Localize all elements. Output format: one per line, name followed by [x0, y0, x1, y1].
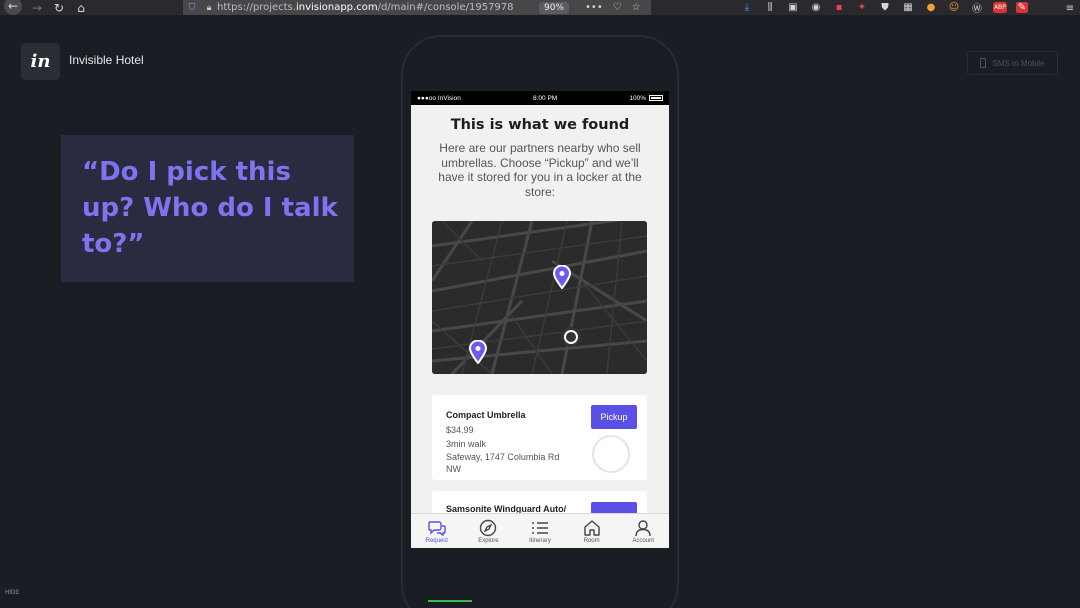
- carrier-label: ●●●oo InVision: [417, 94, 461, 102]
- tab-label: Itinerary: [529, 538, 551, 544]
- map-view[interactable]: [432, 221, 647, 374]
- hide-toggle[interactable]: HIDE: [5, 590, 19, 596]
- download-icon[interactable]: ⤓: [740, 2, 754, 14]
- status-time: 8:00 PM: [532, 94, 558, 102]
- library-icon[interactable]: ⫼: [763, 2, 777, 14]
- house-icon: [582, 519, 602, 537]
- pocket-icon[interactable]: ♡: [613, 2, 622, 13]
- sms-button-label: SMS to Mobile: [992, 58, 1045, 68]
- product-price: $34.99: [446, 425, 474, 435]
- tab-account[interactable]: Account: [617, 514, 669, 548]
- screen-description: Here are our partners nearby who sell um…: [438, 141, 642, 199]
- url-actions: ••• ♡ ☆: [585, 2, 641, 13]
- quote-text: “Do I pick this up? Who do I talk to?”: [82, 157, 338, 259]
- product-card[interactable]: Compact Umbrella $34.99 3min walk Safewa…: [432, 395, 647, 480]
- home-button[interactable]: ⌂: [70, 0, 92, 15]
- adblock-icon[interactable]: ABP: [993, 2, 1007, 13]
- home-icon: ⌂: [77, 0, 85, 15]
- progress-indicator: [428, 600, 472, 602]
- extension-pen-icon[interactable]: ✎: [1016, 2, 1028, 13]
- tab-itinerary[interactable]: Itinerary: [514, 514, 566, 548]
- extension-grid-icon[interactable]: ▦: [901, 2, 915, 14]
- tab-label: Request: [425, 538, 448, 544]
- reload-button[interactable]: ↻: [48, 0, 70, 15]
- walk-time: 3min walk: [446, 439, 487, 449]
- url-text[interactable]: https://projects.invisionapp.com/d/main#…: [217, 2, 531, 13]
- more-actions-icon[interactable]: •••: [585, 2, 603, 13]
- select-radio[interactable]: [592, 435, 630, 473]
- tab-explore[interactable]: Explore: [463, 514, 515, 548]
- phone-status-bar: ●●●oo InVision 8:00 PM 100%: [411, 91, 669, 105]
- bottom-tab-bar: Request Explore Itinerary Room Account: [411, 513, 669, 548]
- tab-label: Room: [583, 538, 600, 544]
- map-pin-icon[interactable]: [553, 265, 571, 289]
- back-arrow-icon: ←: [4, 0, 22, 15]
- pickup-button[interactable]: Pickup: [591, 405, 637, 429]
- url-bar[interactable]: ⛉ 🔒︎ https://projects.invisionapp.com/d/…: [183, 0, 651, 15]
- user-icon: [633, 519, 653, 537]
- hamburger-menu-icon[interactable]: ≡: [1063, 2, 1077, 14]
- sidebar-icon[interactable]: ▣: [786, 2, 800, 14]
- quote-card: “Do I pick this up? Who do I talk to?”: [61, 135, 354, 282]
- forward-button[interactable]: →: [26, 0, 48, 15]
- extension-w-icon[interactable]: Ⓦ: [970, 2, 984, 15]
- chat-bubbles-icon: [427, 519, 447, 537]
- account-icon[interactable]: ◉: [809, 2, 823, 14]
- extension-toolbar: ⤓ ⫼ ▣ ◉ ▪ ✦ ⛊ ▦ ● ☺ Ⓦ ABP ✎: [740, 0, 1028, 15]
- current-location-icon: [561, 327, 581, 347]
- battery-percent: 100%: [629, 94, 646, 102]
- extension-bulb-icon[interactable]: ●: [924, 2, 938, 14]
- tracking-shield-icon[interactable]: ⛉: [183, 3, 201, 13]
- back-button[interactable]: ←: [0, 0, 26, 15]
- tab-label: Explore: [478, 538, 499, 544]
- extension-red-icon[interactable]: ✦: [855, 2, 869, 14]
- bookmark-star-icon[interactable]: ☆: [632, 2, 641, 13]
- list-icon: [530, 519, 550, 537]
- battery-status: 100%: [629, 95, 663, 102]
- zoom-level[interactable]: 90%: [539, 1, 570, 14]
- extension-badge-icon[interactable]: ▪: [832, 2, 846, 14]
- extension-face-icon[interactable]: ☺: [947, 2, 961, 14]
- store-address: Safeway, 1747 Columbia Rd NW: [446, 452, 560, 474]
- battery-icon: [648, 94, 663, 101]
- product-name: Compact Umbrella: [446, 410, 526, 420]
- mobile-phone-icon: [980, 58, 987, 68]
- map-pin-icon[interactable]: [469, 340, 487, 364]
- tab-label: Account: [632, 538, 655, 544]
- tab-room[interactable]: Room: [566, 514, 618, 548]
- lock-icon[interactable]: 🔒︎: [201, 3, 217, 13]
- sms-to-mobile-button[interactable]: SMS to Mobile: [967, 51, 1058, 75]
- url-domain: invisionapp.com: [295, 2, 378, 13]
- forward-arrow-icon: →: [31, 0, 43, 15]
- project-title: Invisible Hotel: [69, 53, 144, 67]
- tab-request[interactable]: Request: [411, 514, 463, 548]
- compass-icon: [478, 519, 498, 537]
- screen-heading: This is what we found: [450, 117, 630, 133]
- extension-shield-icon[interactable]: ⛊: [878, 2, 892, 14]
- phone-screen: ●●●oo InVision 8:00 PM 100% This is what…: [411, 91, 669, 548]
- reload-icon: ↻: [53, 0, 65, 15]
- url-prefix: https://projects.: [217, 2, 296, 13]
- invision-logo[interactable]: in: [21, 43, 60, 80]
- map-streets: [432, 221, 647, 374]
- url-path: /d/main#/console/1957978: [377, 2, 514, 13]
